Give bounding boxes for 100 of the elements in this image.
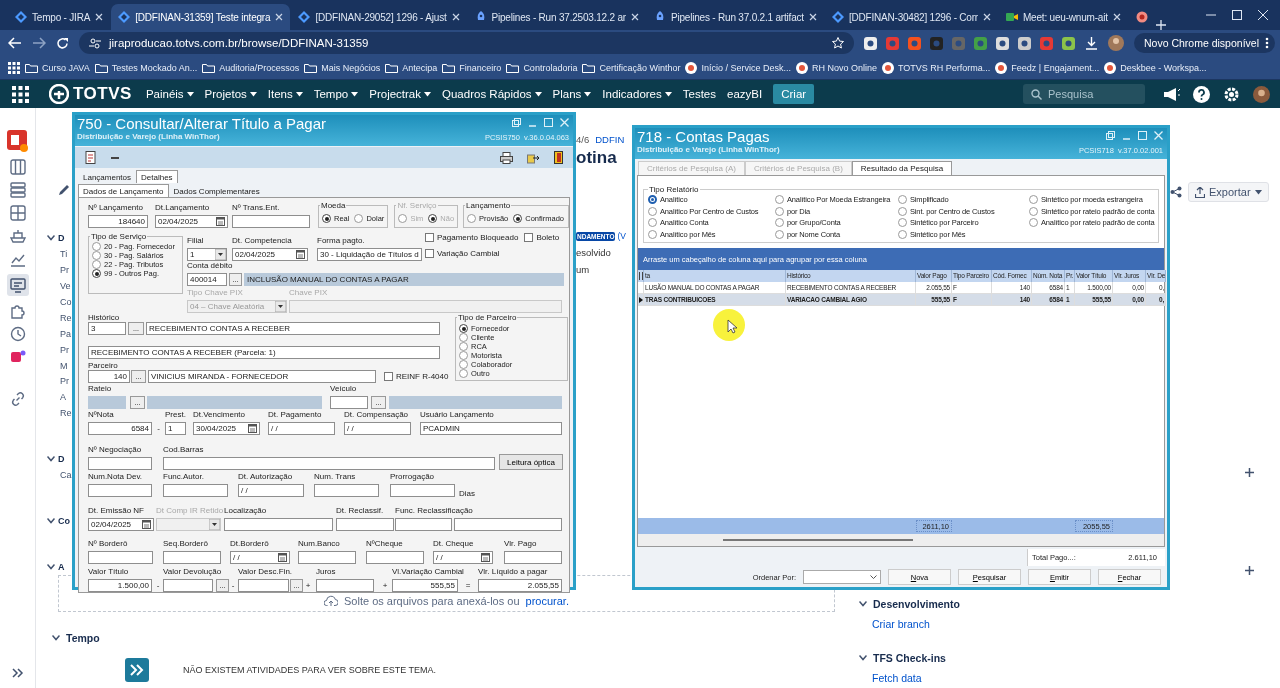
extension-icon[interactable] [864, 36, 877, 50]
checkbox[interactable]: Pagamento Bloqueado [425, 231, 519, 244]
input-field[interactable] [504, 551, 562, 564]
restore-icon[interactable] [512, 118, 521, 127]
chevron-icon[interactable] [47, 564, 55, 570]
tab[interactable]: Lançamentos [78, 170, 137, 183]
extension-icon[interactable] [996, 36, 1009, 50]
input-field[interactable] [366, 551, 424, 564]
bookmark[interactable]: RH Novo Online [795, 61, 877, 74]
tab[interactable]: Detalhes [136, 170, 178, 183]
input-field[interactable] [454, 518, 562, 531]
bookmark[interactable]: Testes Mockado An... [94, 62, 198, 73]
apps-icon[interactable] [8, 61, 20, 74]
search-field[interactable]: Pesquisa [1023, 84, 1145, 104]
monitor-icon[interactable] [9, 277, 26, 293]
printer-icon[interactable] [500, 151, 513, 164]
browser-tab[interactable]: [DDFINAN-29052] 1296 - Ajust [291, 4, 467, 30]
browser-tab[interactable]: Meet: ueu-wnum-ait [999, 4, 1128, 30]
close-icon[interactable] [275, 13, 284, 21]
input-field[interactable]: 140 [88, 370, 130, 383]
add-icon[interactable] [1245, 468, 1254, 477]
input-field[interactable] [336, 518, 394, 531]
update-chrome-button[interactable]: Novo Chrome disponível [1134, 33, 1275, 53]
chevron-icon[interactable] [859, 655, 867, 661]
close-icon[interactable] [1258, 10, 1268, 20]
exit-icon[interactable] [554, 151, 563, 164]
input-field[interactable]: 1 [165, 422, 186, 435]
bookmark[interactable]: Antecipa [385, 62, 438, 73]
nav-menu-item[interactable]: Quadros Rápidos [442, 88, 542, 100]
input-field[interactable]: / / [238, 484, 304, 497]
date-field[interactable]: / / [433, 551, 493, 564]
bookmark[interactable]: Auditoria/Processos [202, 62, 300, 73]
input-field[interactable]: 555,55 [392, 579, 458, 592]
browser-tab[interactable]: [DDFINAN-30482] 1296 - Corr [824, 4, 998, 30]
bookmark[interactable]: Início / Service Desk... [685, 61, 791, 74]
site-info-icon[interactable] [89, 37, 101, 49]
bookmark[interactable]: Deskbee - Workspa... [1104, 61, 1207, 74]
input-field[interactable] [163, 551, 221, 564]
extension-icon[interactable] [1062, 36, 1075, 50]
back-icon[interactable] [8, 37, 22, 49]
close-icon[interactable] [808, 13, 817, 21]
chevron-icon[interactable] [859, 601, 867, 607]
ship-icon[interactable] [9, 228, 26, 244]
puzzle-icon[interactable] [9, 303, 26, 319]
input-field[interactable]: / / [268, 422, 335, 435]
project-avatar-icon[interactable] [6, 130, 29, 152]
date-field[interactable]: 02/04/2025 [232, 248, 308, 261]
chevron-icon[interactable] [47, 456, 55, 463]
input-field[interactable] [88, 484, 152, 497]
bookmark[interactable]: Mais Negócios [304, 62, 381, 73]
input-field[interactable] [298, 551, 356, 564]
dropdown[interactable]: 30 - Liquidação de Títulos d [317, 248, 422, 261]
input-field[interactable] [232, 215, 310, 228]
column-chooser-icon[interactable] [638, 272, 643, 280]
browser-tab[interactable]: Pipelines - Run 37.0.2.1 artifact [646, 4, 824, 30]
address-bar[interactable]: jiraproducao.totvs.com.br/browse/DDFINAN-31359 [79, 32, 854, 54]
input-field[interactable] [390, 484, 455, 497]
bookmark[interactable]: Feedz | Engajament... [995, 61, 1100, 74]
chevron-icon[interactable] [52, 635, 60, 641]
input-field[interactable]: RECEBIMENTO CONTAS A RECEBER (Parcela: 1) [88, 346, 440, 359]
input-field[interactable] [88, 551, 153, 564]
help-icon[interactable] [1193, 85, 1210, 103]
chevron-icon[interactable] [47, 518, 55, 525]
share-icon[interactable] [1170, 186, 1182, 198]
optical-reader-button[interactable]: Leitura óptica [499, 454, 563, 470]
settings-icon[interactable] [1223, 85, 1240, 103]
date-field[interactable]: / / [230, 551, 290, 564]
input-field[interactable]: / / [344, 422, 411, 435]
app-grid-icon[interactable] [12, 85, 29, 103]
input-field[interactable] [314, 484, 379, 497]
tab[interactable]: Resultado da Pesquisa [851, 161, 953, 175]
input-field[interactable] [330, 396, 368, 409]
avatar-icon[interactable] [1108, 35, 1124, 51]
close-icon[interactable] [983, 13, 991, 21]
input-field[interactable]: RECEBIMENTO CONTAS A RECEBER [146, 322, 440, 335]
breadcrumb-link[interactable]: DDFIN [595, 134, 625, 145]
clock-icon[interactable] [9, 326, 26, 342]
bookmark[interactable]: Curso JAVA [25, 62, 90, 73]
status-link[interactable]: (V [617, 231, 626, 241]
date-field[interactable]: 02/04/2025 [88, 518, 154, 531]
app-icon[interactable] [9, 349, 26, 365]
browser-tab[interactable]: Pipelines - Run 37.2503.12.2 ar [467, 4, 646, 30]
input-field[interactable]: 3 [88, 322, 126, 335]
download-icon[interactable] [1085, 36, 1098, 50]
document-icon[interactable] [85, 151, 97, 164]
nav-menu-item[interactable]: Indicadores [602, 88, 672, 100]
input-field[interactable] [163, 484, 228, 497]
date-field[interactable]: 02/04/2025 [155, 215, 228, 228]
extension-icon[interactable] [1018, 36, 1031, 50]
avatar-icon[interactable] [1253, 85, 1270, 103]
nav-menu-item[interactable]: Painéis [145, 88, 194, 100]
forward-icon[interactable] [32, 37, 46, 49]
date-field[interactable]: 30/04/2025 [193, 422, 260, 435]
input-field[interactable]: 1.500,00 [88, 579, 152, 592]
export-icon[interactable] [527, 151, 540, 164]
dropdown[interactable]: 1 [187, 248, 227, 261]
nav-menu-item[interactable]: Itens [267, 88, 303, 100]
restore-icon[interactable] [1106, 131, 1115, 140]
scrollbar-thumb[interactable] [723, 539, 913, 541]
checkbox[interactable]: REINF R-4040 [384, 370, 446, 383]
